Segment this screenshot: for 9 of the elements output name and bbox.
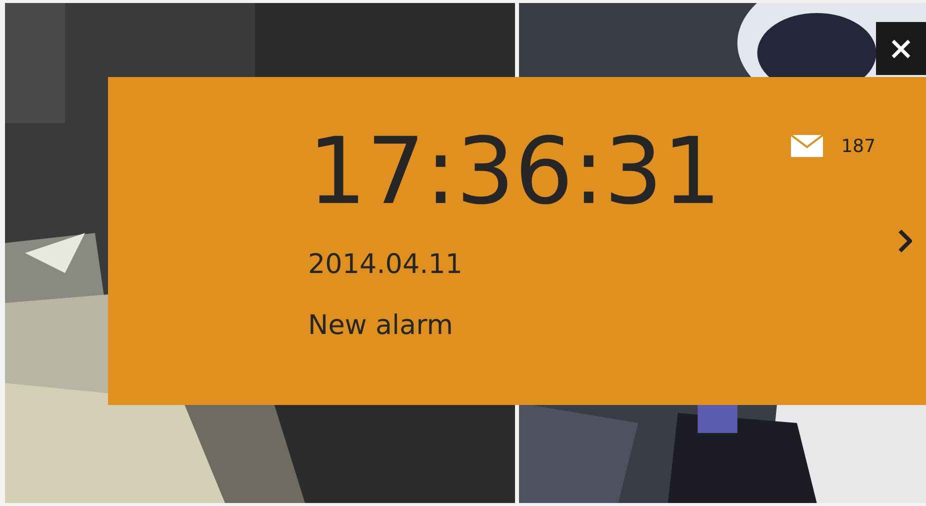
close-icon <box>891 38 911 58</box>
alarm-date: 2014.04.11 <box>308 249 463 280</box>
unread-count: 187 <box>841 136 876 156</box>
next-button[interactable] <box>896 227 914 255</box>
chevron-right-icon <box>898 229 912 253</box>
envelope-icon <box>791 135 824 157</box>
alarm-time: 17:36:31 <box>308 117 722 227</box>
close-button[interactable] <box>876 22 926 75</box>
alarm-message: New alarm <box>308 310 453 342</box>
